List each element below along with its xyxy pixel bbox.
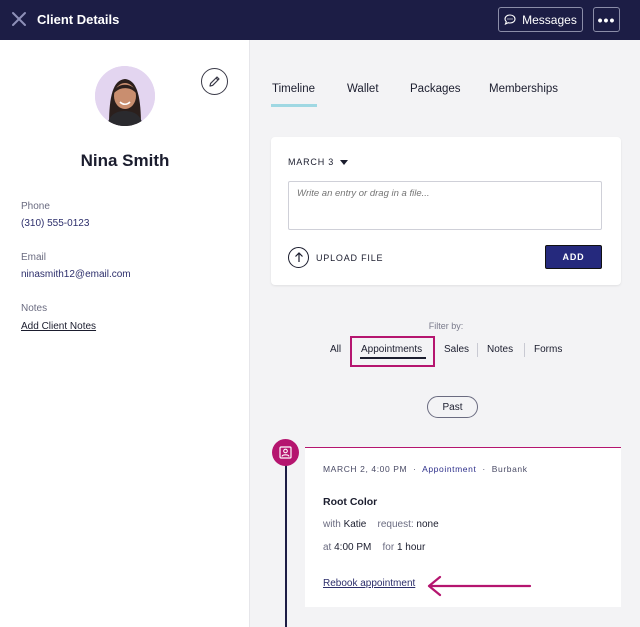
upload-icon bbox=[288, 247, 309, 268]
request-value: none bbox=[416, 519, 439, 530]
chat-icon bbox=[504, 14, 516, 25]
entry-input[interactable] bbox=[288, 181, 602, 230]
staff-name: Katie bbox=[343, 519, 367, 530]
rebook-appointment-link[interactable]: Rebook appointment bbox=[323, 578, 415, 589]
filter-divider bbox=[524, 343, 525, 357]
filter-all[interactable]: All bbox=[330, 344, 341, 355]
filter-forms[interactable]: Forms bbox=[534, 344, 562, 355]
messages-label: Messages bbox=[522, 12, 577, 27]
close-icon[interactable] bbox=[11, 11, 27, 27]
client-sidebar: Nina Smith Phone (310) 555-0123 Email ni… bbox=[0, 40, 250, 627]
tab-memberships[interactable]: Memberships bbox=[489, 83, 558, 95]
appointment-time-line: at 4:00 PM for 1 hour bbox=[323, 542, 426, 553]
service-name: Root Color bbox=[323, 496, 378, 508]
filter-notes[interactable]: Notes bbox=[487, 344, 513, 355]
ellipsis-icon: ••• bbox=[597, 11, 616, 28]
avatar bbox=[95, 66, 155, 126]
filter-divider bbox=[477, 343, 478, 357]
edit-client-button[interactable] bbox=[201, 68, 228, 95]
messages-button[interactable]: Messages bbox=[498, 7, 583, 32]
active-tab-indicator bbox=[271, 104, 317, 107]
highlight-box bbox=[350, 336, 435, 367]
appointment-meta: MARCH 2, 4:00 PM · Appointment · Burbank bbox=[323, 464, 528, 474]
appointment-staff-line: with Katie request: none bbox=[323, 519, 439, 530]
date-dropdown[interactable]: MARCH 3 bbox=[288, 157, 349, 167]
email-label: Email bbox=[21, 252, 47, 263]
timeline-entry-card: MARCH 3 UPLOAD FILE ADD bbox=[271, 137, 621, 285]
appointment-type: Appointment bbox=[422, 464, 477, 474]
tab-timeline[interactable]: Timeline bbox=[272, 83, 315, 95]
appointment-location: Burbank bbox=[491, 464, 528, 474]
annotation-arrow-icon bbox=[427, 575, 532, 597]
tab-wallet[interactable]: Wallet bbox=[347, 83, 379, 95]
past-toggle[interactable]: Past bbox=[427, 396, 478, 418]
tab-packages[interactable]: Packages bbox=[410, 83, 461, 95]
caret-down-icon bbox=[340, 159, 349, 165]
date-value: MARCH 3 bbox=[288, 157, 335, 167]
pencil-icon bbox=[209, 76, 220, 87]
upload-label: UPLOAD FILE bbox=[316, 252, 384, 263]
appointment-datetime: MARCH 2, 4:00 PM bbox=[323, 464, 408, 474]
client-name: Nina Smith bbox=[80, 151, 170, 170]
filter-sales[interactable]: Sales bbox=[444, 344, 469, 355]
filter-label: Filter by: bbox=[428, 321, 464, 331]
top-bar: Client Details Messages ••• bbox=[0, 0, 640, 40]
appointment-time: 4:00 PM bbox=[334, 542, 372, 553]
add-entry-button[interactable]: ADD bbox=[545, 245, 602, 269]
add-client-notes-link[interactable]: Add Client Notes bbox=[21, 321, 96, 332]
more-options-button[interactable]: ••• bbox=[593, 7, 620, 32]
notes-label: Notes bbox=[21, 303, 48, 314]
email-value[interactable]: ninasmith12@email.com bbox=[21, 269, 131, 280]
appointment-duration: 1 hour bbox=[396, 542, 426, 553]
page-title: Client Details bbox=[37, 12, 120, 27]
appointment-icon bbox=[272, 439, 299, 466]
phone-value[interactable]: (310) 555-0123 bbox=[21, 218, 89, 229]
timeline-line bbox=[285, 462, 287, 627]
phone-label: Phone bbox=[21, 201, 50, 212]
upload-file-button[interactable]: UPLOAD FILE bbox=[288, 247, 383, 268]
